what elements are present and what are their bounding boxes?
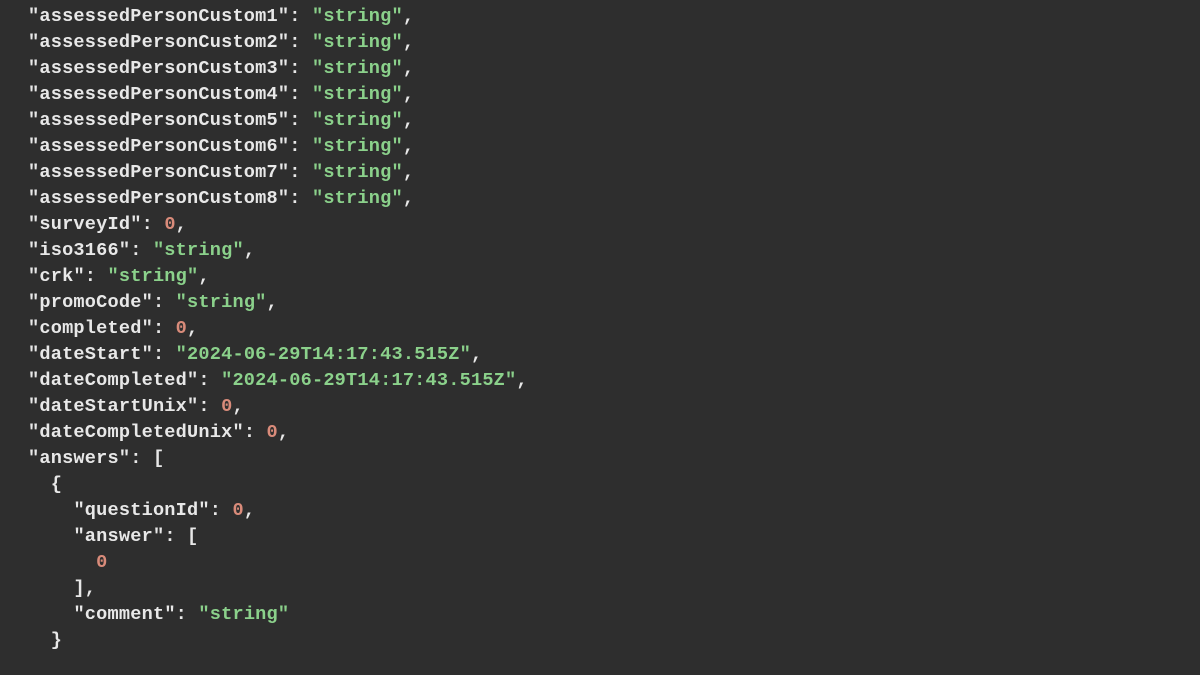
json-code-block: "assessedPersonCustom1": "string", "asse… xyxy=(0,0,1200,654)
